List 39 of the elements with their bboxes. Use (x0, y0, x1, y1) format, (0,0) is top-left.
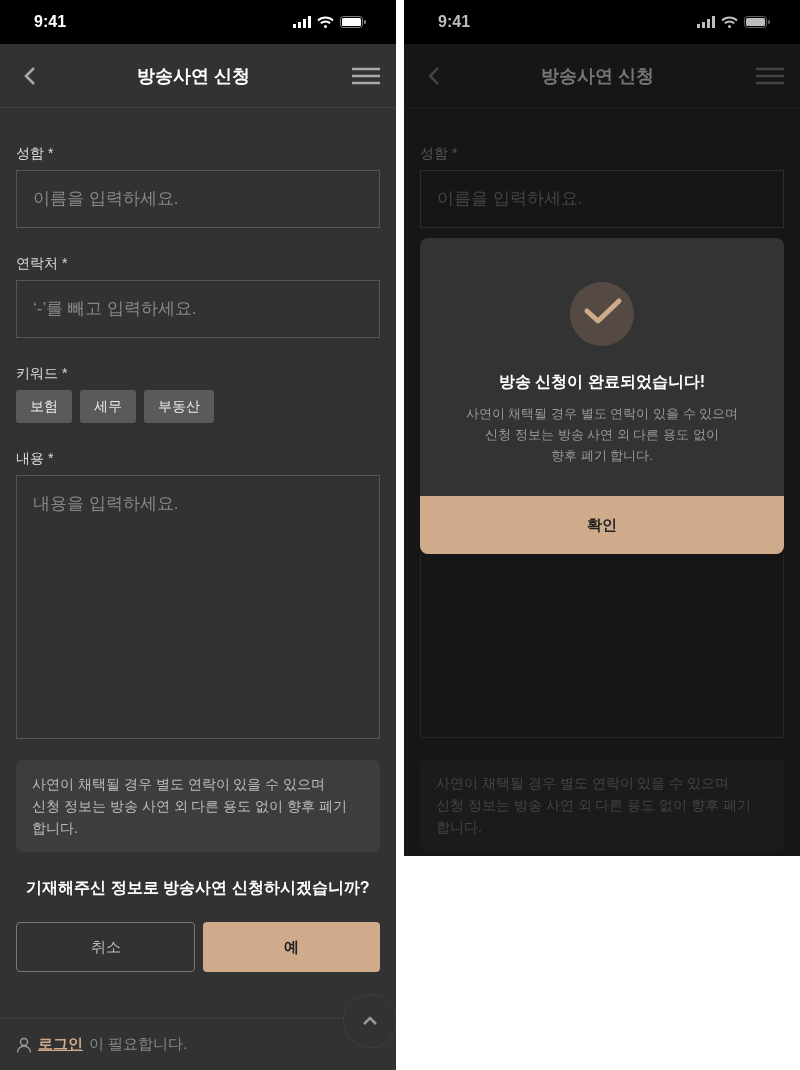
notice-line: 사연이 채택될 경우 별도 연락이 있을 수 있으며 (32, 775, 327, 794)
cancel-button[interactable]: 취소 (16, 922, 195, 972)
signal-icon (697, 16, 715, 28)
notice-line: 신청 정보는 방송 사연 외 다른 용도 없이 향후 폐기 (32, 797, 348, 816)
battery-icon (340, 16, 366, 28)
chevron-up-icon (362, 1016, 378, 1026)
back-icon[interactable] (24, 66, 36, 85)
dialog-title: 방송 신청이 완료되었습니다! (498, 372, 706, 392)
confirm-question: 기재해주신 정보로 방송사연 신청하시겠습니까? (25, 878, 371, 898)
signal-icon (293, 16, 311, 28)
dialog-message-line: 향후 폐기 합니다. (551, 447, 653, 465)
field-label: 키워드 * (16, 364, 69, 382)
login-required-text: 이 필요합니다. (89, 1035, 188, 1054)
input-field[interactable]: ‘-’를 빼고 입력하세요. (16, 280, 380, 338)
person-icon (16, 1036, 32, 1053)
field-label: 성함 * (16, 144, 55, 162)
check-icon (570, 282, 634, 346)
notice-line: 합니다. (32, 819, 79, 838)
dialog-message-line: 사연이 채택될 경우 별도 연락이 있을 수 있으며 (465, 405, 739, 423)
keyword-chip[interactable]: 보험 (16, 390, 72, 423)
battery-icon (744, 16, 770, 28)
dialog-message-line: 신청 정보는 방송 사연 외 다른 용도 없이 (485, 426, 719, 444)
page-title: 방송사연 신청 (541, 64, 655, 88)
menu-icon[interactable] (352, 66, 380, 85)
field-label: 내용 * (16, 449, 55, 467)
login-link[interactable]: 로그인 (38, 1035, 83, 1054)
field-label: 연락처 * (16, 254, 69, 272)
input-field[interactable]: 이름을 입력하세요. (16, 170, 380, 228)
content-field[interactable]: 내용을 입력하세요. (16, 475, 380, 739)
wifi-icon (317, 16, 334, 28)
field-label: 성함 * (420, 144, 459, 162)
yes-button[interactable]: 예 (203, 922, 380, 972)
keyword-chip[interactable]: 세무 (80, 390, 136, 423)
confirm-button[interactable]: 확인 (420, 496, 784, 554)
keyword-chip[interactable]: 부동산 (144, 390, 214, 423)
page-title: 방송사연 신청 (137, 64, 251, 88)
wifi-icon (721, 16, 738, 28)
status-time: 9:41 (34, 13, 67, 31)
status-time: 9:41 (438, 13, 471, 31)
